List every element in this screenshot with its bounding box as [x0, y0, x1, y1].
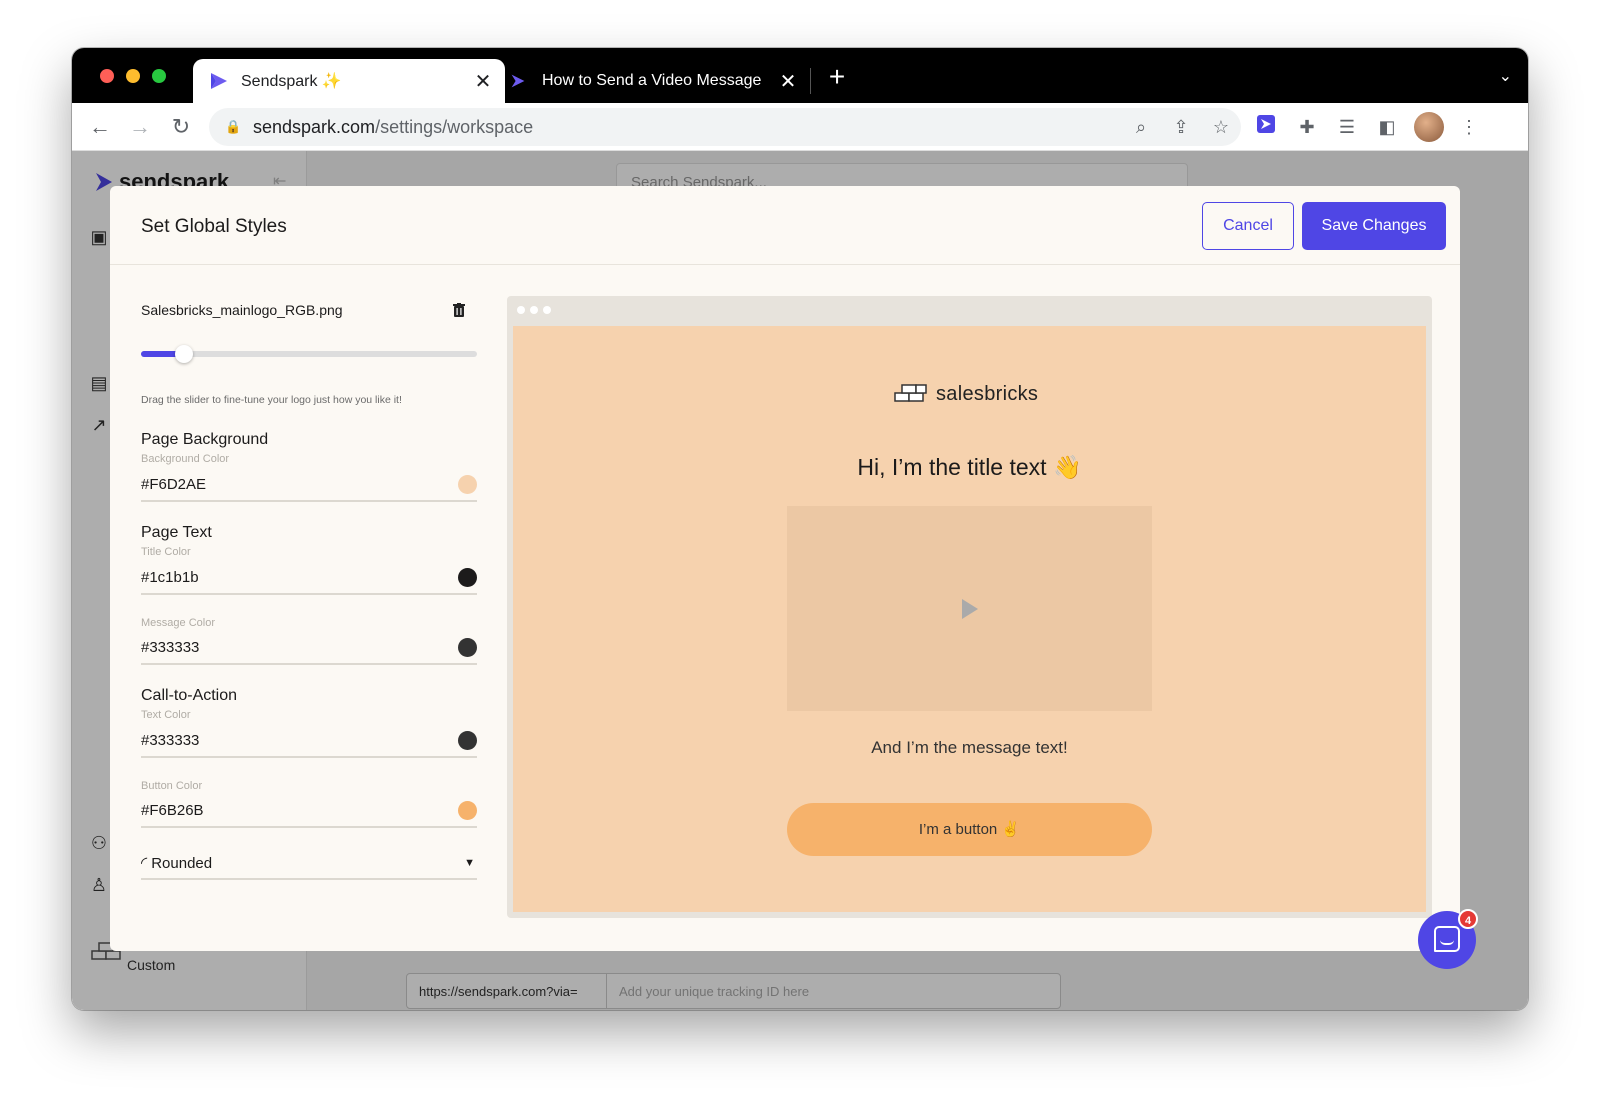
sendspark-favicon-icon [510, 71, 530, 91]
cta-text-color-value: #333333 [141, 731, 200, 749]
logo-size-slider[interactable] [141, 345, 477, 363]
zoom-icon[interactable]: ⌕ [1121, 117, 1161, 138]
close-tab-icon[interactable]: ✕ [471, 69, 495, 94]
new-tab-button[interactable]: + [822, 62, 852, 92]
title-color-value: #1c1b1b [141, 568, 199, 586]
reading-list-icon[interactable]: ☰ [1334, 114, 1360, 140]
background-color-value: #F6D2AE [141, 475, 207, 493]
button-color-swatch[interactable] [458, 800, 477, 820]
slider-thumb[interactable] [174, 345, 193, 363]
tab-how-to-send[interactable]: How to Send a Video Message ✕ [510, 59, 810, 103]
logo-file-row: Salesbricks_mainlogo_RGB.png [141, 302, 477, 318]
button-shape-select[interactable]: ◜ Rounded ▼ [141, 848, 477, 880]
preview-window-dots [517, 306, 551, 314]
background-color-field[interactable]: #F6D2AE [141, 468, 477, 502]
global-styles-modal: Set Global Styles Cancel Save Changes Sa… [110, 186, 1460, 951]
call-to-action-heading: Call-to-Action [141, 687, 238, 704]
preview-cta-button[interactable]: I’m a button ✌️ [787, 803, 1152, 856]
back-arrow-icon[interactable]: ← [86, 113, 114, 141]
reload-icon[interactable]: ↻ [167, 113, 195, 141]
preview-title: Hi, I’m the title text 👋 [857, 454, 1082, 480]
modal-header: Set Global Styles Cancel Save Changes [110, 186, 1460, 265]
rounded-corner-icon: ◜ [141, 855, 148, 872]
preview-window: salesbricks Hi, I’m the title text 👋 And… [507, 296, 1432, 918]
page-text-heading: Page Text [141, 524, 212, 541]
minimize-window-button[interactable] [126, 69, 140, 83]
browser-window: Sendspark ✨ ✕ How to Send a Video Message… [72, 48, 1528, 1010]
title-color-field[interactable]: #1c1b1b [141, 561, 477, 595]
save-changes-button[interactable]: Save Changes [1302, 202, 1446, 250]
browser-menu-icon[interactable]: ⋮ [1456, 114, 1482, 140]
chat-icon [1434, 926, 1460, 952]
button-color-label: Button Color [141, 780, 203, 792]
notification-badge: 4 [1458, 909, 1478, 929]
tab-title: How to Send a Video Message [542, 72, 762, 89]
browser-toolbar: ← → ↻ 🔒 sendspark.com/settings/workspace… [72, 103, 1528, 151]
sendspark-extension-icon[interactable] [1253, 114, 1279, 140]
profile-avatar[interactable] [1414, 112, 1444, 142]
address-bar[interactable]: 🔒 sendspark.com/settings/workspace ⌕ ⇪ ☆ [209, 108, 1241, 146]
sendspark-favicon-icon [209, 71, 229, 91]
cta-text-color-field[interactable]: #333333 [141, 724, 477, 758]
message-color-label: Message Color [141, 617, 215, 629]
tab-search-chevron-icon[interactable]: ⌄ [1499, 66, 1512, 86]
title-color-swatch[interactable] [458, 567, 477, 587]
logo-file-name: Salesbricks_mainlogo_RGB.png [141, 302, 343, 318]
bookmark-star-icon[interactable]: ☆ [1201, 117, 1241, 138]
preview-logo: salesbricks [893, 381, 1038, 407]
chevron-down-icon: ▼ [464, 857, 475, 869]
background-color-label: Background Color [141, 453, 230, 465]
cta-text-color-swatch[interactable] [458, 730, 477, 750]
preview-message: And I’m the message text! [871, 738, 1068, 757]
message-color-value: #333333 [141, 638, 200, 656]
title-color-label: Title Color [141, 546, 191, 558]
message-color-field[interactable]: #333333 [141, 631, 477, 665]
button-color-value: #F6B26B [141, 801, 204, 819]
maximize-window-button[interactable] [152, 69, 166, 83]
salesbricks-logo-icon [894, 384, 927, 402]
background-color-swatch[interactable] [458, 474, 477, 494]
url-path: /settings/workspace [375, 116, 534, 137]
share-icon[interactable]: ⇪ [1161, 117, 1201, 138]
tab-divider [810, 68, 811, 94]
tab-strip: Sendspark ✨ ✕ How to Send a Video Message… [72, 48, 1528, 103]
button-shape-value: Rounded [151, 855, 213, 872]
sparkle-icon: ✨ [321, 73, 342, 90]
page-background-heading: Page Background [141, 431, 269, 448]
button-color-field[interactable]: #F6B26B [141, 794, 477, 828]
close-window-button[interactable] [100, 69, 114, 83]
modal-title: Set Global Styles [141, 216, 287, 237]
chat-launcher-button[interactable]: 4 [1418, 909, 1478, 969]
trash-icon[interactable] [453, 303, 465, 317]
tab-title: Sendspark [241, 73, 318, 90]
preview-logo-text: salesbricks [936, 382, 1039, 405]
preview-page: salesbricks Hi, I’m the title text 👋 And… [513, 326, 1426, 912]
cancel-button[interactable]: Cancel [1202, 202, 1294, 250]
cta-text-color-label: Text Color [141, 709, 191, 721]
close-tab-icon[interactable]: ✕ [776, 69, 800, 94]
tab-sendspark[interactable]: Sendspark ✨ ✕ [193, 59, 505, 103]
extensions-puzzle-icon[interactable]: ✚ [1294, 114, 1320, 140]
url-domain: sendspark.com [253, 116, 376, 137]
forward-arrow-icon[interactable]: → [126, 113, 154, 141]
slider-helper-text: Drag the slider to fine-tune your logo j… [141, 394, 402, 406]
lock-icon: 🔒 [225, 119, 242, 134]
message-color-swatch[interactable] [458, 637, 477, 657]
preview-video[interactable] [787, 506, 1152, 711]
play-icon[interactable] [962, 599, 978, 619]
side-panel-icon[interactable]: ◧ [1374, 114, 1400, 140]
